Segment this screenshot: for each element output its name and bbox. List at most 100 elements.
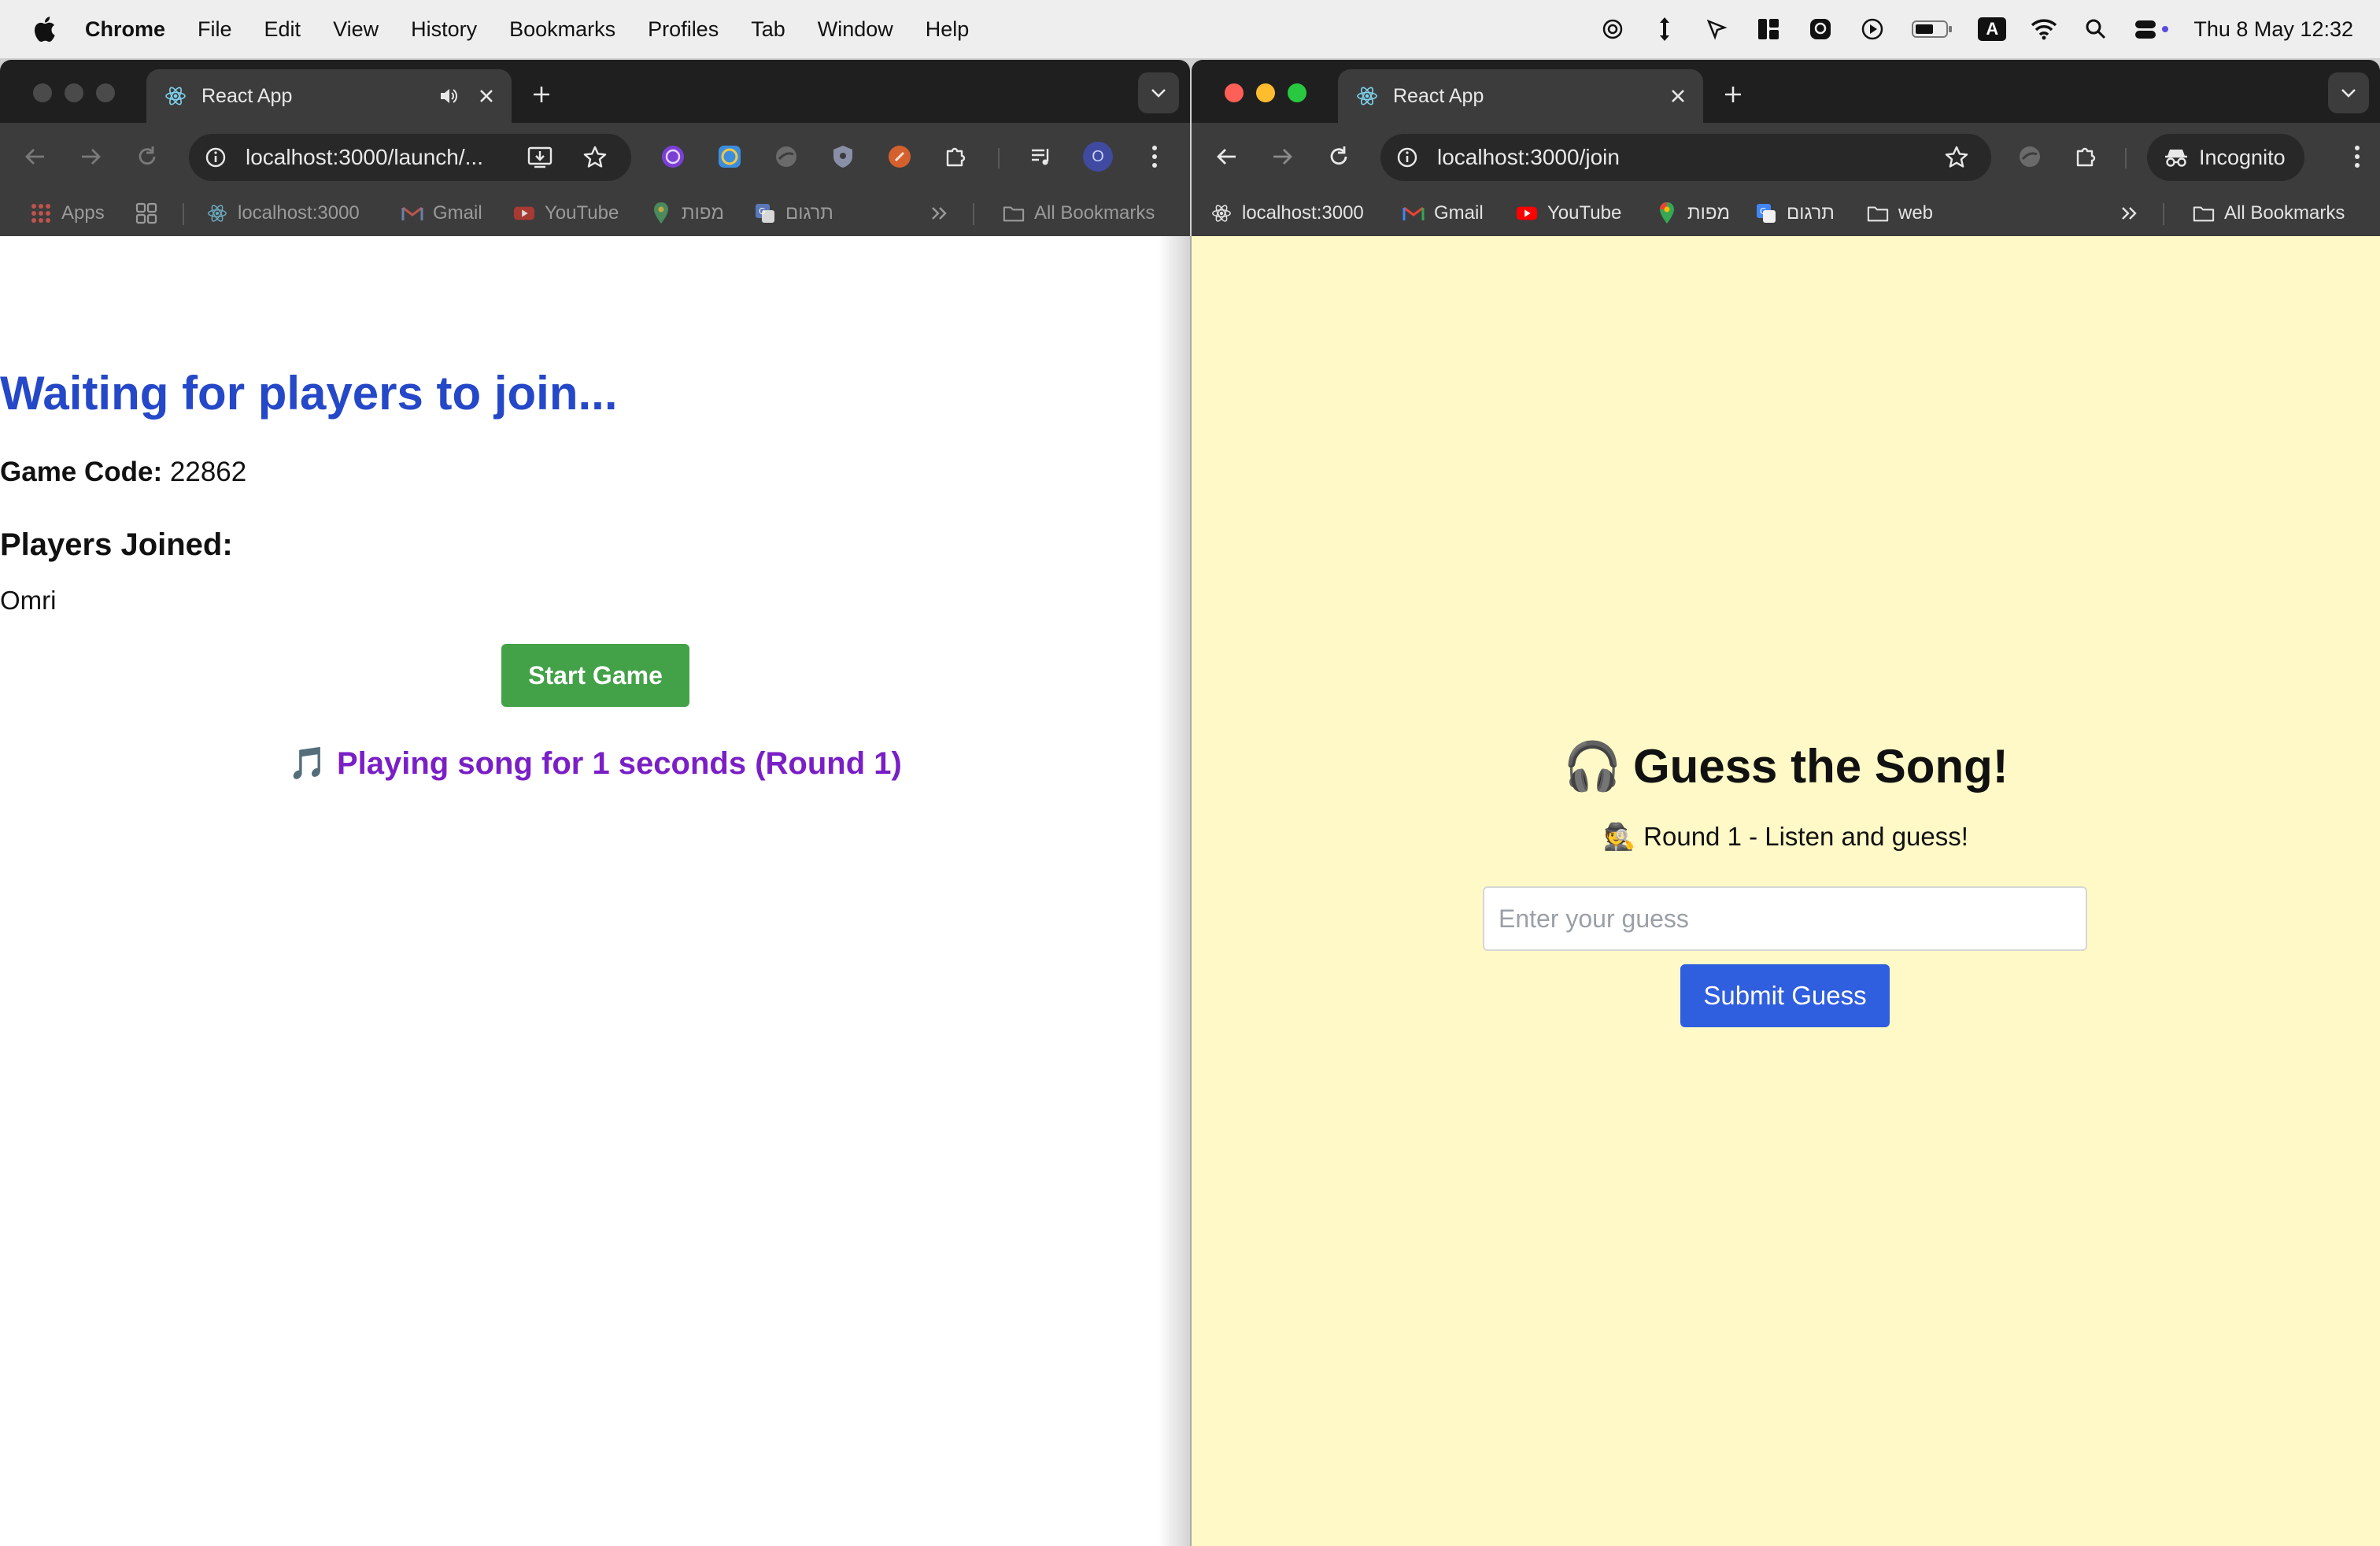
menu-help[interactable]: Help xyxy=(926,17,970,42)
profile-avatar[interactable]: O xyxy=(1083,142,1113,172)
site-info-icon[interactable] xyxy=(203,145,228,170)
tab-close-icon[interactable] xyxy=(1665,83,1691,109)
menu-profiles[interactable]: Profiles xyxy=(648,17,719,42)
address-bar[interactable]: localhost:3000/launch/... xyxy=(189,134,631,181)
start-game-button[interactable]: Start Game xyxy=(501,644,689,707)
wifi-icon[interactable] xyxy=(2030,15,2058,43)
playing-status: 🎵 Playing song for 1 seconds (Round 1) xyxy=(0,748,1190,779)
right-browser-window-incognito: React App localhost:3000/join Incognito … xyxy=(1192,60,2380,1546)
menu-view[interactable]: View xyxy=(333,17,379,42)
extension-purple-icon[interactable] xyxy=(658,142,688,172)
new-tab-button[interactable] xyxy=(1717,79,1749,110)
menu-bar: Chrome File Edit View History Bookmarks … xyxy=(0,0,2380,58)
menu-bookmarks[interactable]: Bookmarks xyxy=(509,17,615,42)
guess-input[interactable] xyxy=(1483,886,2087,951)
submit-guess-button[interactable]: Submit Guess xyxy=(1680,964,1890,1027)
menu-window[interactable]: Window xyxy=(818,17,893,42)
back-button[interactable] xyxy=(20,142,50,172)
input-source-icon[interactable]: A xyxy=(1978,15,2007,43)
bookmark-translate[interactable]: G תרגום xyxy=(1755,201,1835,226)
chat-app-icon[interactable] xyxy=(1806,15,1835,43)
bookmark-localhost[interactable]: localhost:3000 xyxy=(1210,201,1364,226)
bookmark-web-folder[interactable]: web xyxy=(1867,201,1933,226)
url-text: localhost:3000/launch/... xyxy=(246,145,483,169)
close-window-button[interactable] xyxy=(33,83,52,102)
tab-strip: React App xyxy=(0,60,1190,123)
forward-button[interactable] xyxy=(1267,142,1297,172)
play-circle-icon[interactable] xyxy=(1858,15,1887,43)
zoom-window-button[interactable] xyxy=(1288,83,1306,102)
tab-close-icon[interactable] xyxy=(474,83,499,109)
incognito-indicator[interactable]: Incognito xyxy=(2147,134,2304,181)
extension-shield-icon[interactable] xyxy=(828,142,858,172)
forward-button[interactable] xyxy=(76,142,105,172)
bookmark-gmail[interactable]: Gmail xyxy=(1402,201,1484,226)
bookmark-youtube[interactable]: YouTube xyxy=(513,201,619,226)
close-window-button[interactable] xyxy=(1225,83,1244,102)
svg-text:G: G xyxy=(759,206,766,216)
minimize-window-button[interactable] xyxy=(1256,83,1275,102)
cursor-tool-icon[interactable] xyxy=(1702,15,1731,43)
bookmarks-overflow-button[interactable] xyxy=(929,201,951,226)
tab-search-button[interactable] xyxy=(2328,72,2369,113)
bookmark-gmail[interactable]: Gmail xyxy=(401,201,482,226)
openai-icon[interactable] xyxy=(1598,15,1627,43)
tab-audio-playing-icon[interactable] xyxy=(436,83,461,109)
bookmark-all-bookmarks[interactable]: All Bookmarks xyxy=(2193,201,2345,226)
spotlight-search-icon[interactable] xyxy=(2082,15,2110,43)
bookmarks-bar: Apps localhost:3000 Gmail YouTube מפות G… xyxy=(0,190,1190,236)
tab-groups-icon xyxy=(135,202,157,224)
browser-toolbar: localhost:3000/join Incognito xyxy=(1192,123,2380,190)
control-center-icon[interactable] xyxy=(2134,15,2170,43)
install-app-icon[interactable] xyxy=(526,143,554,172)
bookmark-star-icon[interactable] xyxy=(581,143,609,172)
bookmark-maps[interactable]: מפות xyxy=(1656,201,1730,226)
reload-button[interactable] xyxy=(1324,142,1354,172)
bookmark-translate[interactable]: G תרגום xyxy=(754,201,833,226)
reload-button[interactable] xyxy=(132,142,162,172)
address-bar[interactable]: localhost:3000/join xyxy=(1380,134,1991,181)
tab-groups-button[interactable] xyxy=(135,201,157,226)
tab-search-button[interactable] xyxy=(1138,72,1179,113)
bookmark-apps[interactable]: Apps xyxy=(30,201,105,226)
extension-grey-icon[interactable] xyxy=(2015,142,2045,172)
extension-color-icon[interactable] xyxy=(715,142,745,172)
back-button[interactable] xyxy=(1212,142,1242,172)
menu-history[interactable]: History xyxy=(411,17,477,42)
new-tab-button[interactable] xyxy=(526,79,557,110)
chrome-menu-icon[interactable] xyxy=(1140,142,1170,172)
menu-tab[interactable]: Tab xyxy=(751,17,785,42)
bookmark-star-icon[interactable] xyxy=(1942,143,1971,172)
bookmarks-overflow-button[interactable] xyxy=(2119,201,2141,226)
bookmark-maps[interactable]: מפות xyxy=(650,201,724,226)
site-info-icon[interactable] xyxy=(1395,145,1420,170)
bookmark-all-label: All Bookmarks xyxy=(1034,202,1155,224)
extension-orange-icon[interactable] xyxy=(885,142,915,172)
folder-icon xyxy=(1003,202,1025,224)
battery-icon[interactable] xyxy=(1910,15,1954,43)
bookmark-all-label: All Bookmarks xyxy=(2224,202,2345,224)
menubar-clock[interactable]: Thu 8 May 12:32 xyxy=(2193,17,2353,42)
extensions-puzzle-icon[interactable] xyxy=(2071,142,2101,172)
react-favicon-icon xyxy=(206,202,228,224)
chrome-menu-icon[interactable] xyxy=(2342,142,2372,172)
bookmark-youtube[interactable]: YouTube xyxy=(1516,201,1621,226)
menu-app-chrome[interactable]: Chrome xyxy=(85,17,165,42)
bookmark-all-bookmarks[interactable]: All Bookmarks xyxy=(1003,201,1155,226)
zoom-window-button[interactable] xyxy=(96,83,115,102)
tab-react-app[interactable]: React App xyxy=(1338,69,1703,123)
menu-file[interactable]: File xyxy=(198,17,232,42)
menu-edit[interactable]: Edit xyxy=(264,17,301,42)
window-layout-icon[interactable] xyxy=(1754,15,1783,43)
apple-icon[interactable] xyxy=(30,15,58,43)
bookmarks-separator xyxy=(183,203,184,225)
youtube-icon xyxy=(1516,202,1538,224)
extensions-puzzle-icon[interactable] xyxy=(941,142,971,172)
media-controls-icon[interactable] xyxy=(1026,142,1056,172)
playing-status-text: Playing song for 1 seconds (Round 1) xyxy=(336,746,902,781)
bookmark-localhost[interactable]: localhost:3000 xyxy=(206,201,360,226)
minimize-window-button[interactable] xyxy=(65,83,83,102)
vertical-resize-icon[interactable] xyxy=(1650,15,1679,43)
tab-react-app[interactable]: React App xyxy=(146,69,512,123)
extension-grey-icon[interactable] xyxy=(771,142,801,172)
